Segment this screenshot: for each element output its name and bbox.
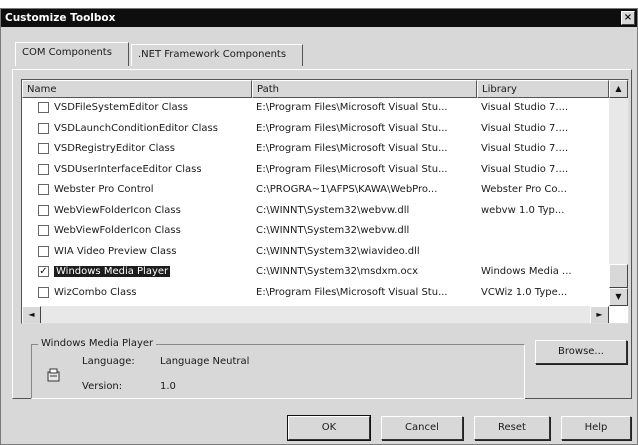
tab-com-components[interactable]: COM Components bbox=[15, 42, 129, 66]
component-icon bbox=[46, 367, 62, 383]
cell-name: WebViewFolderIcon Class bbox=[54, 221, 250, 240]
row-checkbox[interactable] bbox=[38, 245, 49, 257]
column-header-path[interactable]: Path bbox=[252, 80, 477, 98]
tab-label: COM Components bbox=[22, 47, 112, 58]
scroll-up-button[interactable]: ▲ bbox=[609, 80, 628, 98]
cell-path: E:\Program Files\Microsoft Visual Stu... bbox=[256, 122, 448, 134]
table-row[interactable]: WebViewFolderIcon Class C:\WINNT\System32… bbox=[22, 221, 607, 240]
title-bar[interactable]: Customize Toolbox × bbox=[1, 9, 637, 27]
table-row[interactable]: VSDUserInterfaceEditor Class E:\Program F… bbox=[22, 160, 607, 179]
table-row[interactable]: WizCombo Class E:\Program Files\Microsoft… bbox=[22, 283, 607, 302]
scroll-down-button[interactable]: ▼ bbox=[609, 288, 628, 306]
cell-name-text: VSDFileSystemEditor Class bbox=[54, 102, 188, 113]
cell-library: Visual Studio 7.... bbox=[481, 122, 569, 134]
cell-library: Visual Studio 7.... bbox=[481, 163, 569, 175]
row-checkbox[interactable]: ✓ bbox=[38, 266, 49, 277]
cell-name-text: Windows Media Player bbox=[54, 266, 171, 277]
cell-library: Visual Studio 7.... bbox=[481, 102, 569, 113]
cell-library: VCWiz 1.0 Type... bbox=[481, 286, 568, 298]
cell-library: Windows Media ... bbox=[481, 266, 572, 277]
cell-name-text: WebViewFolderIcon Class bbox=[54, 204, 181, 216]
table-row[interactable]: WebViewFolderIcon Class C:\WINNT\System32… bbox=[22, 201, 607, 220]
cell-path: C:\WINNT\System32\webvw.dll bbox=[256, 225, 410, 236]
reset-button[interactable]: Reset bbox=[474, 416, 550, 440]
close-button[interactable]: × bbox=[621, 11, 635, 25]
table-row[interactable]: WIA Video Preview Class C:\WINNT\System32… bbox=[22, 242, 607, 261]
cell-name: VSDUserInterfaceEditor Class bbox=[54, 160, 250, 179]
cell-library: webvw 1.0 Typ... bbox=[481, 204, 565, 216]
tab-label: .NET Framework Components bbox=[138, 49, 287, 60]
cell-name: Webster Pro Control bbox=[54, 180, 250, 199]
cancel-button[interactable]: Cancel bbox=[381, 416, 463, 440]
cell-name-text: VSDUserInterfaceEditor Class bbox=[54, 163, 202, 175]
cell-name: Windows Media Player bbox=[54, 262, 250, 281]
language-label: Language: bbox=[82, 356, 135, 367]
cell-path: E:\Program Files\Microsoft Visual Stu... bbox=[256, 102, 448, 113]
customize-toolbox-dialog: Customize Toolbox × COM Components .NET … bbox=[0, 8, 638, 445]
cell-name: WIA Video Preview Class bbox=[54, 242, 250, 261]
cell-path: C:\PROGRA~1\AFPS\KAWA\WebPro... bbox=[256, 184, 438, 195]
ok-button[interactable]: OK bbox=[287, 415, 371, 441]
table-row[interactable]: VSDRegistryEditor Class E:\Program Files\… bbox=[22, 139, 607, 158]
cell-name: VSDFileSystemEditor Class bbox=[54, 98, 250, 117]
row-checkbox[interactable] bbox=[38, 184, 49, 195]
cell-name: WebViewFolderIcon Class bbox=[54, 201, 250, 220]
tab-net-framework-components[interactable]: .NET Framework Components bbox=[131, 44, 303, 66]
scroll-thumb[interactable] bbox=[609, 264, 628, 288]
cell-name: WizCombo Class bbox=[54, 283, 250, 302]
row-checkbox[interactable] bbox=[38, 163, 49, 175]
cell-path: E:\Program Files\Microsoft Visual Stu... bbox=[256, 163, 448, 175]
table-row[interactable]: VSDLaunchConditionEditor Class E:\Program… bbox=[22, 119, 607, 138]
cell-path: C:\WINNT\System32\msdxm.ocx bbox=[256, 266, 419, 277]
column-header-name[interactable]: Name bbox=[22, 80, 252, 98]
cell-name-text: Webster Pro Control bbox=[54, 184, 154, 195]
version-label: Version: bbox=[82, 381, 123, 392]
cell-name: VSDLaunchConditionEditor Class bbox=[54, 119, 250, 138]
browse-button[interactable]: Browse... bbox=[535, 340, 627, 364]
scroll-left-button[interactable]: ◄ bbox=[22, 306, 41, 323]
row-checkbox[interactable] bbox=[38, 102, 49, 113]
cell-name-text: VSDLaunchConditionEditor Class bbox=[54, 122, 218, 134]
components-list[interactable]: Name Path Library VSDFileSystemEditor Cl… bbox=[21, 79, 629, 324]
cell-library: Webster Pro Co... bbox=[481, 184, 567, 195]
table-row[interactable]: Webster Pro Control C:\PROGRA~1\AFPS\KAWA… bbox=[22, 180, 607, 199]
cell-name-text: WebViewFolderIcon Class bbox=[54, 225, 181, 236]
component-details-group: Windows Media Player Language: Language … bbox=[31, 338, 525, 399]
cell-name: VSDRegistryEditor Class bbox=[54, 139, 250, 158]
cell-path: E:\Program Files\Microsoft Visual Stu... bbox=[256, 143, 448, 154]
cell-library: Visual Studio 7.... bbox=[481, 143, 569, 154]
row-checkbox[interactable] bbox=[38, 225, 49, 236]
vertical-scrollbar[interactable]: ▲ ▼ bbox=[609, 80, 628, 306]
dialog-title: Customize Toolbox bbox=[5, 12, 116, 24]
row-checkbox[interactable] bbox=[38, 286, 49, 298]
group-title: Windows Media Player bbox=[38, 338, 157, 349]
cell-name-text: WIA Video Preview Class bbox=[54, 245, 177, 257]
cell-name-text: WizCombo Class bbox=[54, 286, 137, 298]
cell-name-text: VSDRegistryEditor Class bbox=[54, 143, 175, 154]
cell-path: E:\Program Files\Microsoft Visual Stu... bbox=[256, 286, 448, 298]
scroll-right-button[interactable]: ► bbox=[590, 306, 609, 323]
table-row[interactable]: ✓ Windows Media Player C:\WINNT\System32\m… bbox=[22, 262, 607, 281]
cell-path: C:\WINNT\System32\webvw.dll bbox=[256, 204, 410, 216]
version-value: 1.0 bbox=[160, 381, 176, 392]
help-button[interactable]: Help bbox=[561, 416, 631, 440]
horizontal-scrollbar[interactable]: ◄ ► bbox=[22, 306, 609, 323]
table-row[interactable]: VSDFileSystemEditor Class E:\Program File… bbox=[22, 98, 607, 117]
language-value: Language Neutral bbox=[160, 356, 250, 367]
row-checkbox[interactable] bbox=[38, 122, 49, 134]
column-header-library[interactable]: Library bbox=[477, 80, 609, 98]
cell-path: C:\WINNT\System32\wiavideo.dll bbox=[256, 245, 420, 257]
row-checkbox[interactable] bbox=[38, 143, 49, 154]
row-checkbox[interactable] bbox=[38, 204, 49, 216]
